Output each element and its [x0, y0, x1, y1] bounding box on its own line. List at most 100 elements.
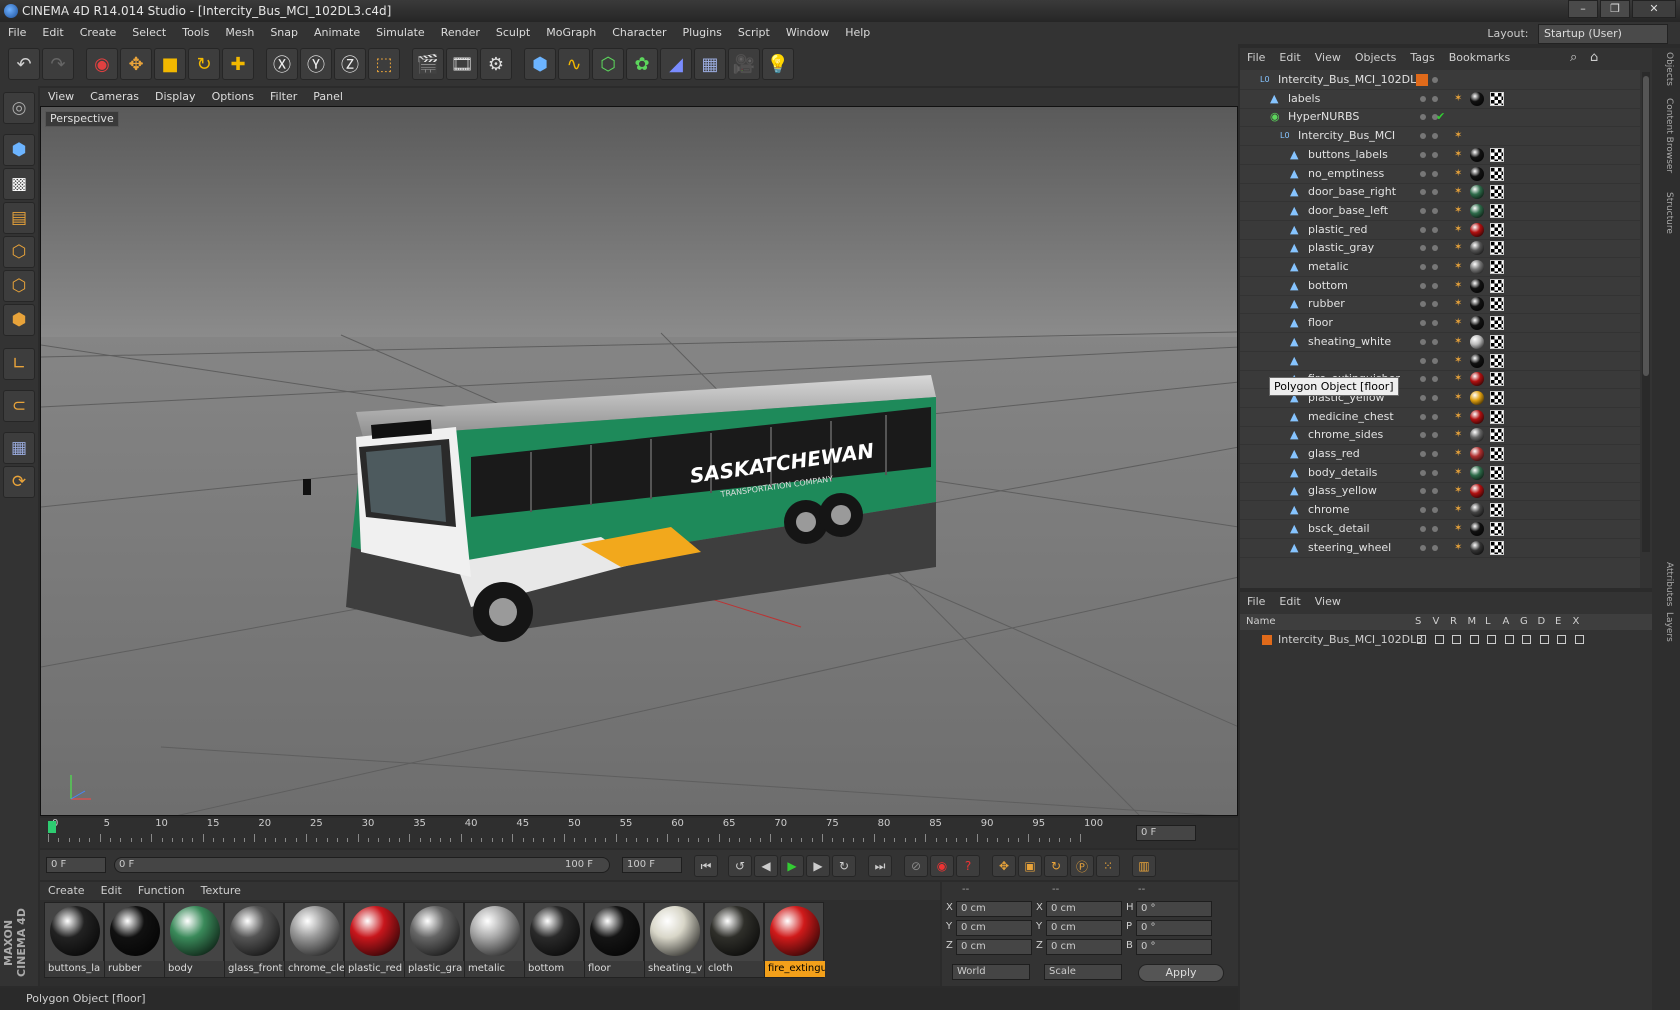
end-frame-field[interactable]: 100 F	[622, 857, 682, 873]
add-icon[interactable]: ✚	[222, 48, 254, 80]
material-menu-edit[interactable]: Edit	[93, 882, 130, 900]
viewport-menu-options[interactable]: Options	[204, 88, 262, 106]
editor-visibility-dot[interactable]	[1420, 301, 1426, 308]
phong-tag-icon[interactable]: ✶	[1454, 336, 1464, 347]
editor-visibility-dot[interactable]	[1420, 133, 1426, 140]
render-visibility-dot[interactable]	[1432, 207, 1438, 214]
material-tag-icon[interactable]	[1470, 91, 1484, 106]
phong-tag-icon[interactable]: ✶	[1454, 280, 1464, 291]
workplane-mode-icon[interactable]: ▤	[3, 202, 35, 234]
texture-tag-icon[interactable]	[1490, 297, 1504, 312]
object-row[interactable]: ▲ plastic_red ✶	[1240, 220, 1640, 240]
texture-tag-icon[interactable]	[1490, 203, 1504, 218]
restore-icon[interactable]: ❐	[1600, 0, 1630, 18]
previous-key-icon[interactable]: ↺	[728, 855, 752, 877]
phong-tag-icon[interactable]: ✶	[1454, 392, 1464, 403]
material-tag-icon[interactable]	[1470, 428, 1484, 443]
material-tag-icon[interactable]	[1470, 203, 1484, 218]
menu-sculpt[interactable]: Sculpt	[488, 22, 538, 44]
scale-icon[interactable]: ■	[154, 48, 186, 80]
enabled-check-icon[interactable]: ✔	[1436, 107, 1445, 127]
menu-file[interactable]: File	[0, 22, 34, 44]
render-visibility-dot[interactable]	[1432, 451, 1438, 457]
render-visibility-dot[interactable]	[1432, 488, 1438, 495]
layout-dropdown[interactable]: Startup (User)	[1538, 24, 1668, 44]
side-tab-layers[interactable]: Layers	[1656, 612, 1674, 642]
material-swatch[interactable]: plastic_gra	[404, 902, 465, 978]
menu-help[interactable]: Help	[837, 22, 878, 44]
undo-icon[interactable]: ↶	[8, 48, 40, 80]
material-tag-icon[interactable]	[1470, 372, 1484, 387]
menu-tools[interactable]: Tools	[174, 22, 217, 44]
phong-tag-icon[interactable]: ✶	[1454, 430, 1464, 440]
material-menu-texture[interactable]: Texture	[193, 882, 249, 900]
object-row[interactable]: ▲ body_details ✶	[1240, 463, 1640, 483]
phong-tag-icon[interactable]: ✶	[1454, 523, 1464, 534]
object-menu-objects[interactable]: Objects	[1348, 48, 1404, 68]
frame-range-slider[interactable]: 0 F 100 F	[114, 857, 610, 873]
object-row[interactable]: ▲ steering_wheel ✶	[1240, 538, 1640, 558]
material-tag-icon[interactable]	[1470, 503, 1484, 518]
material-tag-icon[interactable]	[1470, 222, 1484, 237]
coord-field[interactable]: 0 cm	[1046, 901, 1122, 917]
object-row[interactable]: ▲ bsck_detail ✶	[1240, 519, 1640, 539]
object-menu-edit[interactable]: Edit	[1272, 48, 1307, 68]
close-icon[interactable]: ✕	[1632, 0, 1676, 18]
transform-mode-dropdown[interactable]: Scale	[1044, 964, 1122, 980]
next-frame-icon[interactable]: ▶	[806, 855, 830, 877]
phong-tag-icon[interactable]: ✶	[1454, 374, 1464, 384]
object-row[interactable]: ▲ door_base_left ✶	[1240, 201, 1640, 221]
editor-visibility-dot[interactable]	[1420, 469, 1426, 476]
phong-tag-icon[interactable]: ✶	[1454, 299, 1464, 309]
cube-icon[interactable]: ⬢	[524, 48, 556, 80]
material-swatch[interactable]: body	[164, 902, 225, 978]
coord-field[interactable]: 0 cm	[1046, 920, 1122, 936]
coord-field[interactable]: 0 °	[1136, 939, 1212, 955]
layer-manager-icon[interactable]	[1469, 635, 1479, 644]
texture-tag-icon[interactable]	[1490, 428, 1504, 443]
layer-generators-icon[interactable]	[1522, 635, 1531, 644]
render-visibility-dot[interactable]	[1432, 525, 1438, 532]
polygons-mode-icon[interactable]: ⬢	[3, 304, 35, 336]
viewport-menu-filter[interactable]: Filter	[262, 88, 305, 106]
material-menu-function[interactable]: Function	[130, 882, 193, 900]
texture-tag-icon[interactable]	[1490, 503, 1504, 518]
z-axis-icon[interactable]: Ⓩ	[334, 48, 366, 80]
object-menu-file[interactable]: File	[1240, 48, 1272, 68]
object-row[interactable]: ◉ HyperNURBS ✔	[1240, 107, 1640, 128]
editor-visibility-dot[interactable]	[1420, 264, 1426, 270]
coord-field[interactable]: 0 °	[1136, 920, 1212, 936]
go-to-end-icon[interactable]: ⏭	[868, 855, 892, 877]
material-tag-icon[interactable]	[1470, 316, 1484, 331]
render-visibility-dot[interactable]	[1432, 264, 1438, 270]
texture-tag-icon[interactable]	[1490, 278, 1504, 293]
render-visibility-dot[interactable]	[1432, 507, 1438, 514]
x-axis-icon[interactable]: Ⓧ	[266, 48, 298, 80]
viewport-menu-cameras[interactable]: Cameras	[82, 88, 147, 106]
object-row[interactable]: ▲ glass_yellow ✶	[1240, 481, 1640, 502]
object-menu-bookmarks[interactable]: Bookmarks	[1442, 48, 1517, 68]
phong-tag-icon[interactable]: ✶	[1454, 486, 1464, 496]
menu-mograph[interactable]: MoGraph	[538, 22, 604, 44]
object-row[interactable]: ▲ metalic ✶	[1240, 257, 1640, 277]
keyframe-selection-icon[interactable]: ?	[956, 855, 980, 877]
editor-visibility-dot[interactable]	[1420, 394, 1426, 401]
layer-tag-icon[interactable]	[1416, 74, 1428, 86]
position-key-icon[interactable]: ✥	[992, 855, 1016, 877]
material-swatch[interactable]: rubber	[104, 902, 165, 978]
phong-tag-icon[interactable]: ✶	[1454, 542, 1464, 553]
viewport-menu-panel[interactable]: Panel	[305, 88, 351, 106]
material-menu-create[interactable]: Create	[40, 882, 93, 900]
editor-visibility-dot[interactable]	[1420, 189, 1426, 196]
editor-visibility-dot[interactable]	[1420, 95, 1426, 102]
apply-button[interactable]: Apply	[1138, 964, 1224, 982]
object-row[interactable]: ▲ no_emptiness ✶	[1240, 164, 1640, 184]
object-search-icon[interactable]: ⌕	[1570, 50, 1577, 65]
coord-mode-dropdown[interactable]: World	[952, 964, 1030, 980]
texture-mode-icon[interactable]: ▩	[3, 168, 35, 200]
phong-tag-icon[interactable]: ✶	[1454, 355, 1464, 366]
object-row[interactable]: ▲ bottom ✶	[1240, 276, 1640, 296]
object-menu-tags[interactable]: Tags	[1403, 48, 1441, 68]
material-tag-icon[interactable]	[1470, 278, 1484, 293]
menu-animate[interactable]: Animate	[306, 22, 368, 44]
